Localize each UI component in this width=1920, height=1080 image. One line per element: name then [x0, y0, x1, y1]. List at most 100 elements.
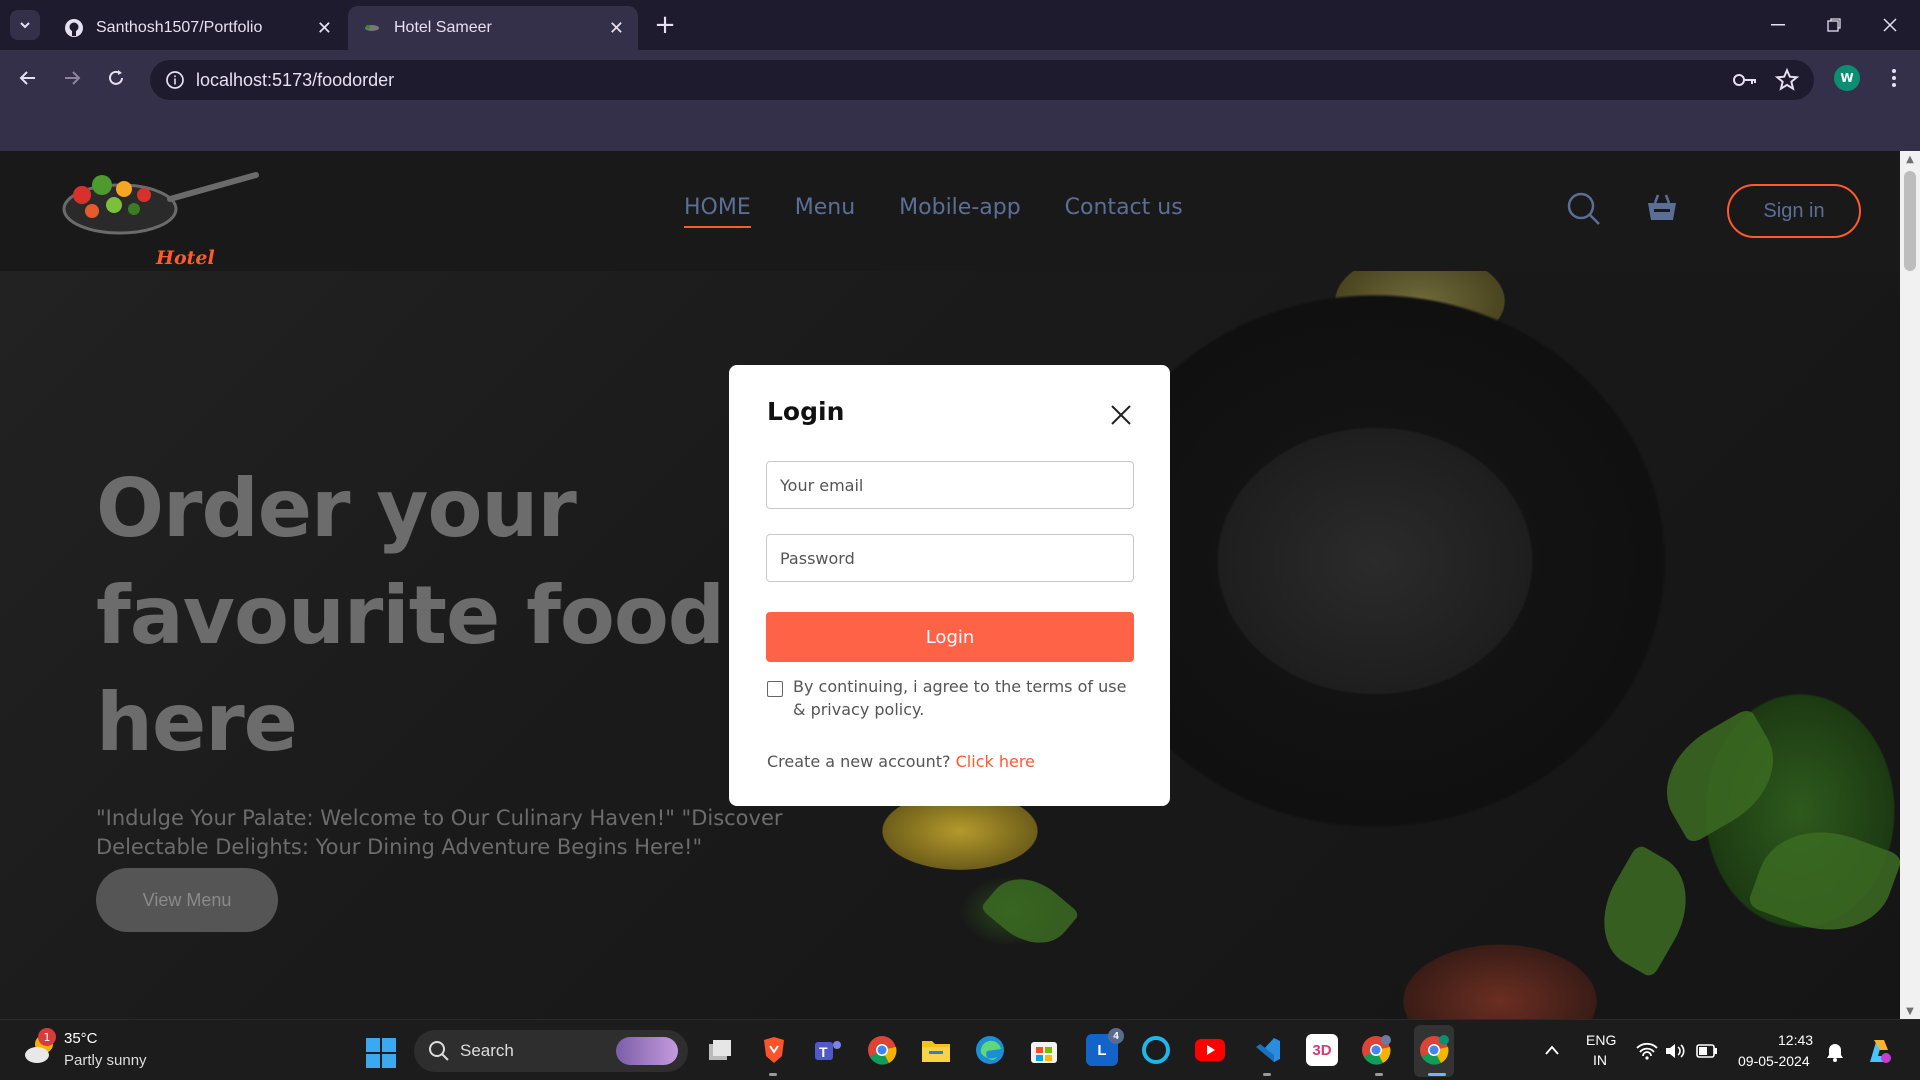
- reload-button[interactable]: [100, 62, 132, 94]
- weather-temperature: 35°C: [64, 1030, 98, 1047]
- close-icon[interactable]: [1107, 401, 1135, 429]
- chevron-down-icon: [20, 22, 30, 29]
- reload-icon: [109, 70, 123, 85]
- site-logo[interactable]: Hotel Sameer: [60, 165, 260, 291]
- edge-icon[interactable]: [974, 1034, 1006, 1066]
- password-field[interactable]: [766, 534, 1134, 582]
- browser-toolbar: localhost:5173/foodorder W: [0, 50, 1920, 158]
- tab-portfolio[interactable]: Santhosh1507/Portfolio ✕: [50, 6, 346, 50]
- close-icon: [1883, 18, 1897, 32]
- nav-contact-us[interactable]: Contact us: [1065, 195, 1183, 228]
- notification-bell-icon[interactable]: [1826, 1042, 1844, 1062]
- basil-leaf-decoration: [1645, 707, 1795, 845]
- hero-subtitle: "Indulge Your Palate: Welcome to Our Cul…: [96, 806, 783, 859]
- volume-icon[interactable]: [1664, 1042, 1686, 1060]
- copilot-icon[interactable]: [1864, 1036, 1894, 1066]
- nav-mobile-app[interactable]: Mobile-app: [899, 195, 1021, 228]
- notification-badge: 4: [1108, 1028, 1124, 1044]
- vscode-icon[interactable]: [1252, 1034, 1284, 1066]
- create-account-link[interactable]: Click here: [956, 752, 1035, 771]
- tab-strip: Santhosh1507/Portfolio ✕ Hotel Sameer ✕ …: [0, 0, 1920, 50]
- login-modal: Login Login By continuing, i agree to th…: [729, 365, 1170, 806]
- email-field[interactable]: [766, 461, 1134, 509]
- running-indicator: [1428, 1073, 1446, 1076]
- search-icon[interactable]: [1566, 191, 1602, 227]
- password-key-icon[interactable]: [1732, 69, 1758, 91]
- terms-checkbox[interactable]: [767, 681, 783, 697]
- basil-leaf-decoration: [1582, 843, 1708, 979]
- chrome-icon[interactable]: [1360, 1034, 1392, 1066]
- tab-hotel-sameer[interactable]: Hotel Sameer ✕: [348, 6, 638, 50]
- view-menu-button[interactable]: View Menu: [96, 868, 278, 932]
- svg-text:T: T: [819, 1044, 828, 1060]
- arrow-left-icon: [19, 71, 35, 85]
- more-vertical-icon: [1892, 69, 1896, 87]
- github-icon: [64, 18, 84, 38]
- chrome-icon[interactable]: [866, 1034, 898, 1066]
- hero-title: Order your favourite food here: [96, 462, 725, 769]
- running-indicator: [1375, 1073, 1383, 1076]
- scroll-up-icon[interactable]: ▲: [1900, 151, 1920, 167]
- tab-search-menu-button[interactable]: [10, 10, 40, 40]
- bookmark-star-icon[interactable]: [1774, 67, 1800, 93]
- scroll-down-icon[interactable]: ▼: [1900, 1003, 1920, 1019]
- profile-avatar[interactable]: W: [1834, 65, 1860, 91]
- folder-icon[interactable]: [920, 1034, 952, 1066]
- region-indicator[interactable]: IN: [1593, 1052, 1607, 1068]
- 3d-icon[interactable]: 3D: [1306, 1034, 1338, 1066]
- taskbar: 1 35°C Partly sunny Search T L4 3D ENG I…: [0, 1019, 1920, 1080]
- create-account-row: Create a new account? Click here: [767, 752, 1035, 771]
- arrow-right-icon: [65, 71, 81, 85]
- scrollbar-thumb[interactable]: [1904, 171, 1916, 271]
- logo-pan-icon: [62, 172, 259, 235]
- tab-close-icon[interactable]: ✕: [609, 18, 624, 39]
- search-icon: [429, 1041, 449, 1061]
- browser-menu-button[interactable]: [1882, 62, 1906, 94]
- alexa-icon[interactable]: [1140, 1034, 1172, 1066]
- restore-icon: [1827, 18, 1841, 32]
- forward-button[interactable]: [56, 62, 88, 94]
- chrome-icon[interactable]: [1418, 1034, 1450, 1066]
- page-scrollbar[interactable]: ▲ ▼: [1900, 151, 1920, 1019]
- clock-date[interactable]: 09-05-2024: [1738, 1053, 1810, 1069]
- new-tab-button[interactable]: +: [650, 10, 680, 40]
- store-icon[interactable]: [1028, 1034, 1060, 1066]
- nav-home[interactable]: HOME: [684, 195, 751, 228]
- site-info-icon[interactable]: [164, 69, 186, 91]
- login-button[interactable]: Login: [766, 612, 1134, 662]
- minimize-icon: [1771, 24, 1785, 26]
- chevron-up-icon[interactable]: [1544, 1044, 1560, 1056]
- language-indicator[interactable]: ENG: [1586, 1032, 1616, 1048]
- taskbar-search[interactable]: Search: [414, 1030, 688, 1072]
- brave-icon[interactable]: [758, 1034, 790, 1066]
- terms-row: By continuing, i agree to the terms of u…: [767, 675, 1135, 721]
- windows-start-icon[interactable]: [366, 1038, 396, 1068]
- lenovo-icon[interactable]: L4: [1086, 1028, 1124, 1066]
- main-menu: HOME Menu Mobile-app Contact us: [684, 195, 1183, 228]
- basket-icon[interactable]: [1644, 189, 1680, 225]
- youtube-icon[interactable]: [1194, 1034, 1226, 1066]
- task-view-icon[interactable]: [704, 1034, 736, 1066]
- taskbar-search-label: Search: [460, 1041, 514, 1060]
- tab-close-icon[interactable]: ✕: [317, 18, 332, 39]
- restore-button[interactable]: [1806, 0, 1862, 50]
- site-favicon-icon: [362, 18, 382, 38]
- tab-title: Santhosh1507/Portfolio: [96, 19, 263, 36]
- battery-icon[interactable]: [1696, 1044, 1718, 1058]
- wifi-icon[interactable]: [1636, 1042, 1658, 1060]
- close-window-button[interactable]: [1862, 0, 1918, 50]
- clock-time[interactable]: 12:43: [1778, 1032, 1813, 1048]
- teams-icon[interactable]: T: [812, 1034, 844, 1066]
- modal-title: Login: [767, 397, 845, 426]
- running-indicator: [1263, 1073, 1271, 1076]
- search-highlight-decoration: [616, 1037, 678, 1065]
- url-text[interactable]: localhost:5173/foodorder: [196, 70, 394, 91]
- minimize-button[interactable]: [1750, 0, 1806, 50]
- weather-description: Partly sunny: [64, 1052, 147, 1069]
- terms-text: By continuing, i agree to the terms of u…: [793, 677, 1127, 719]
- weather-alert-badge: 1: [38, 1028, 56, 1046]
- sign-in-button[interactable]: Sign in: [1727, 184, 1861, 238]
- back-button[interactable]: [12, 62, 44, 94]
- address-bar[interactable]: localhost:5173/foodorder: [150, 60, 1814, 100]
- nav-menu[interactable]: Menu: [795, 195, 855, 228]
